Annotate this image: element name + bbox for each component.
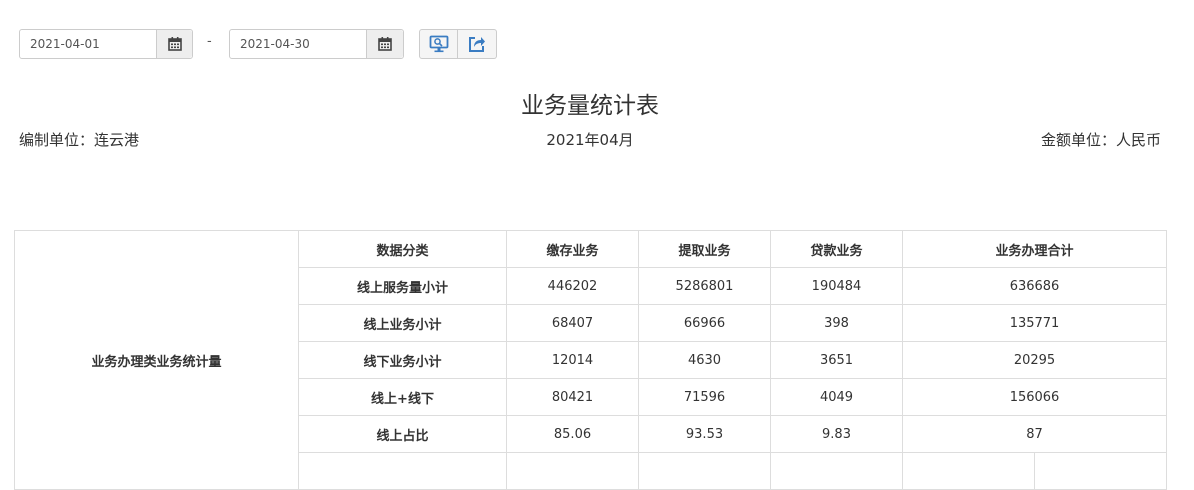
- start-calendar-button[interactable]: [156, 30, 192, 58]
- table-cell: [1033, 452, 1168, 490]
- row-label: 线上+线下: [298, 378, 507, 416]
- table-cell: 4630: [638, 341, 771, 379]
- table-cell: 446202: [506, 267, 639, 305]
- date-range-separator: -: [207, 34, 212, 49]
- row-label: 线下业务小计: [298, 341, 507, 379]
- toolbar-buttons: [419, 29, 497, 59]
- calendar-icon: [378, 37, 392, 51]
- start-date-picker: [19, 29, 193, 59]
- export-button[interactable]: [458, 29, 497, 59]
- table-cell: 87: [901, 415, 1168, 453]
- table-cell: 93.53: [638, 415, 771, 453]
- table-cell: [902, 452, 1035, 490]
- table-cell: 68407: [506, 304, 639, 342]
- table-cell: 12014: [506, 341, 639, 379]
- report-title: 业务量统计表: [521, 93, 659, 119]
- table-cell: 71596: [638, 378, 771, 416]
- header-cell: 提取业务: [638, 230, 771, 268]
- table-cell: 156066: [901, 378, 1168, 416]
- header-cell: 缴存业务: [506, 230, 639, 268]
- end-calendar-button[interactable]: [366, 30, 403, 58]
- report-period: 2021年04月: [546, 131, 634, 149]
- header-row: 业务办理类业务统计量 数据分类 缴存业务 提取业务 贷款业务 业务办理合计: [14, 230, 1168, 490]
- row-label: 线上占比: [298, 415, 507, 453]
- table-cell: 135771: [901, 304, 1168, 342]
- table-cell: [638, 452, 771, 490]
- row-label: 线上业务小计: [298, 304, 507, 342]
- section-label: 业务办理类业务统计量: [14, 230, 299, 490]
- table-cell: 398: [770, 304, 903, 342]
- table-cell: 190484: [770, 267, 903, 305]
- table-cell: 4049: [770, 378, 903, 416]
- calendar-icon: [167, 37, 182, 51]
- end-date-input[interactable]: [230, 30, 366, 58]
- stats-table: 业务办理类业务统计量 数据分类 缴存业务 提取业务 贷款业务 业务办理合计 线上…: [14, 230, 1168, 490]
- row-label: 线上服务量小计: [298, 267, 507, 305]
- report-currency: 金额单位：人民币: [1040, 131, 1161, 149]
- table-cell: [298, 452, 507, 490]
- table-cell: 20295: [901, 341, 1168, 379]
- table-cell: 85.06: [506, 415, 639, 453]
- table-cell: 9.83: [770, 415, 903, 453]
- table-cell: 636686: [901, 267, 1168, 305]
- monitor-preview-icon: [429, 35, 448, 53]
- preview-button[interactable]: [419, 29, 458, 59]
- table-cell: 5286801: [638, 267, 771, 305]
- header-cell: 贷款业务: [770, 230, 903, 268]
- table-cell: [770, 452, 903, 490]
- table-cell: [506, 452, 639, 490]
- table-cell: 80421: [506, 378, 639, 416]
- table-cell: 3651: [770, 341, 903, 379]
- table-cell: 66966: [638, 304, 771, 342]
- header-cell: 数据分类: [298, 230, 507, 268]
- end-date-picker: [229, 29, 404, 59]
- header-cell: 业务办理合计: [901, 230, 1168, 268]
- share-export-icon: [469, 37, 485, 52]
- start-date-input[interactable]: [20, 30, 156, 58]
